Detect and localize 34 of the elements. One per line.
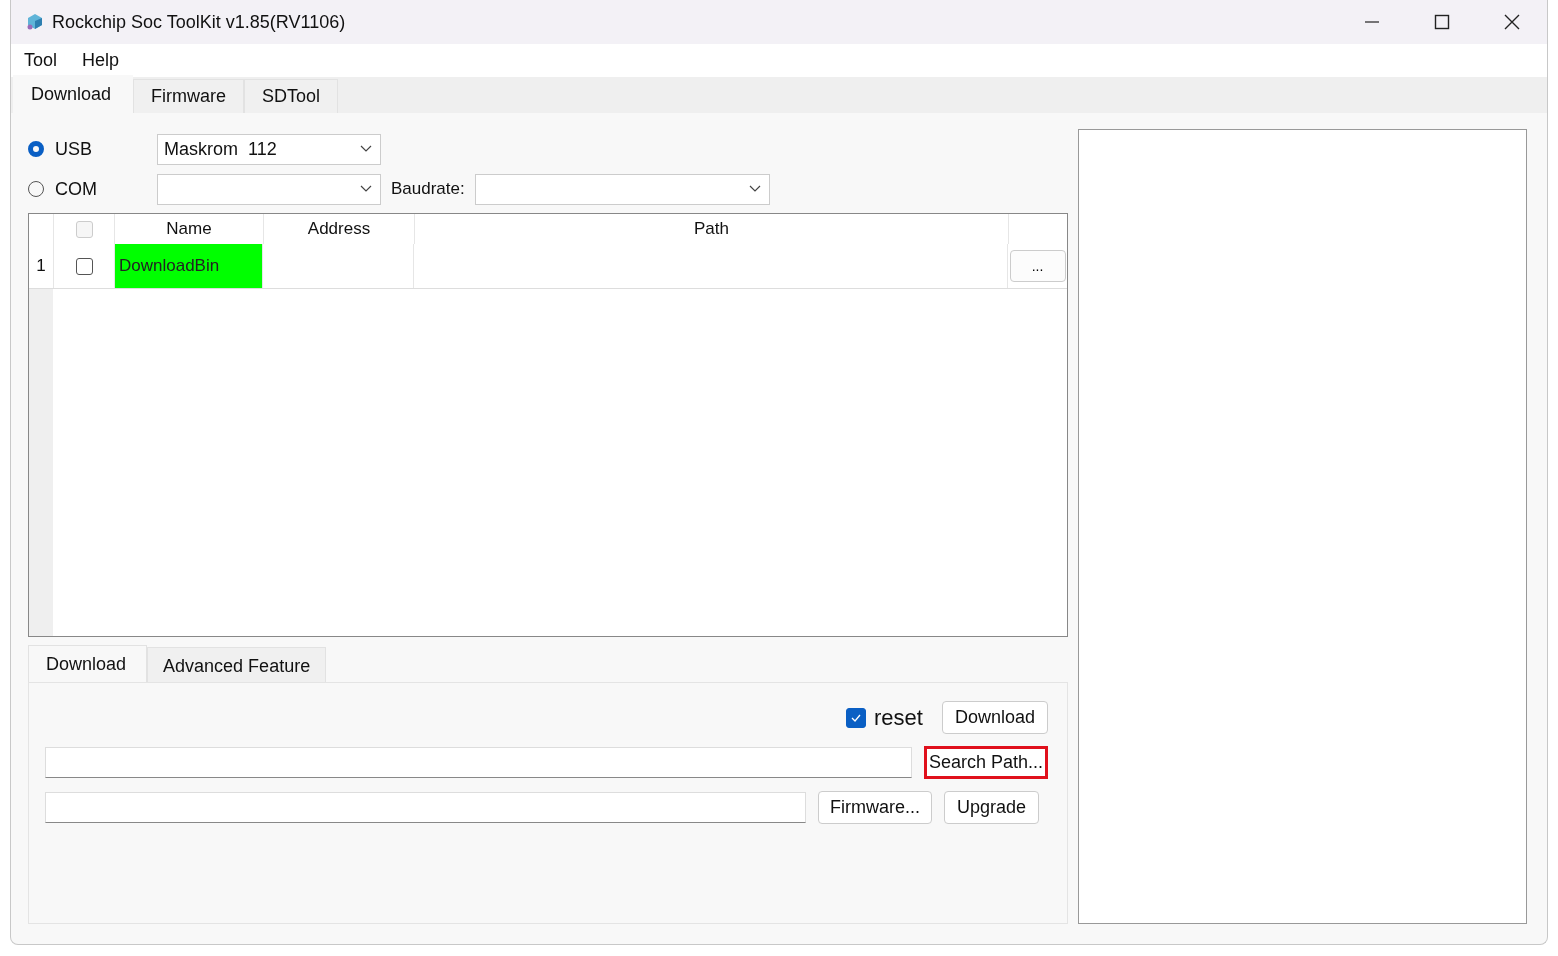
upgrade-button[interactable]: Upgrade (944, 791, 1040, 824)
device-dropdown[interactable]: Maskrom 112 (157, 133, 381, 165)
column-header: Address (263, 214, 414, 244)
download-button[interactable]: Download (941, 701, 1048, 734)
tab[interactable]: Advanced Feature (147, 647, 327, 682)
table-cell: DownloadBin (114, 244, 262, 288)
firmware-button[interactable]: Firmware... (818, 791, 932, 824)
column-header: Path (414, 214, 1008, 244)
radio-label: COM (55, 178, 97, 200)
chevron-down-icon (748, 185, 761, 193)
chevron-down-icon (360, 185, 372, 193)
browse-button[interactable]: ... (1009, 250, 1066, 282)
input-field[interactable] (45, 792, 806, 823)
radio-label: USB (55, 138, 92, 160)
tab[interactable]: Download (13, 75, 134, 113)
window-title: Rockchip Soc ToolKit v1.85(RV1106) (52, 11, 346, 33)
maximize-icon[interactable] (1434, 14, 1450, 30)
close-icon[interactable] (1504, 14, 1520, 30)
checkbox-label: reset (874, 704, 923, 731)
menu-item[interactable]: Help (82, 50, 120, 71)
chevron-down-icon (360, 145, 372, 153)
reset-checkbox[interactable] (846, 707, 866, 728)
baudrate-label: Baudrate: (391, 179, 465, 199)
row-checkbox[interactable] (75, 257, 93, 275)
tab[interactable]: SDTool (244, 79, 339, 113)
search-path-button[interactable]: Search Path... (923, 746, 1048, 779)
row-number: 1 (35, 255, 47, 277)
header-checkbox[interactable] (75, 220, 93, 238)
radio-button[interactable] (28, 141, 44, 157)
input-field[interactable] (45, 747, 912, 778)
tab[interactable]: Firmware (133, 79, 245, 113)
menu-item[interactable]: Tool (24, 50, 58, 71)
tab[interactable]: Download (28, 645, 148, 682)
cube-icon (26, 13, 44, 31)
